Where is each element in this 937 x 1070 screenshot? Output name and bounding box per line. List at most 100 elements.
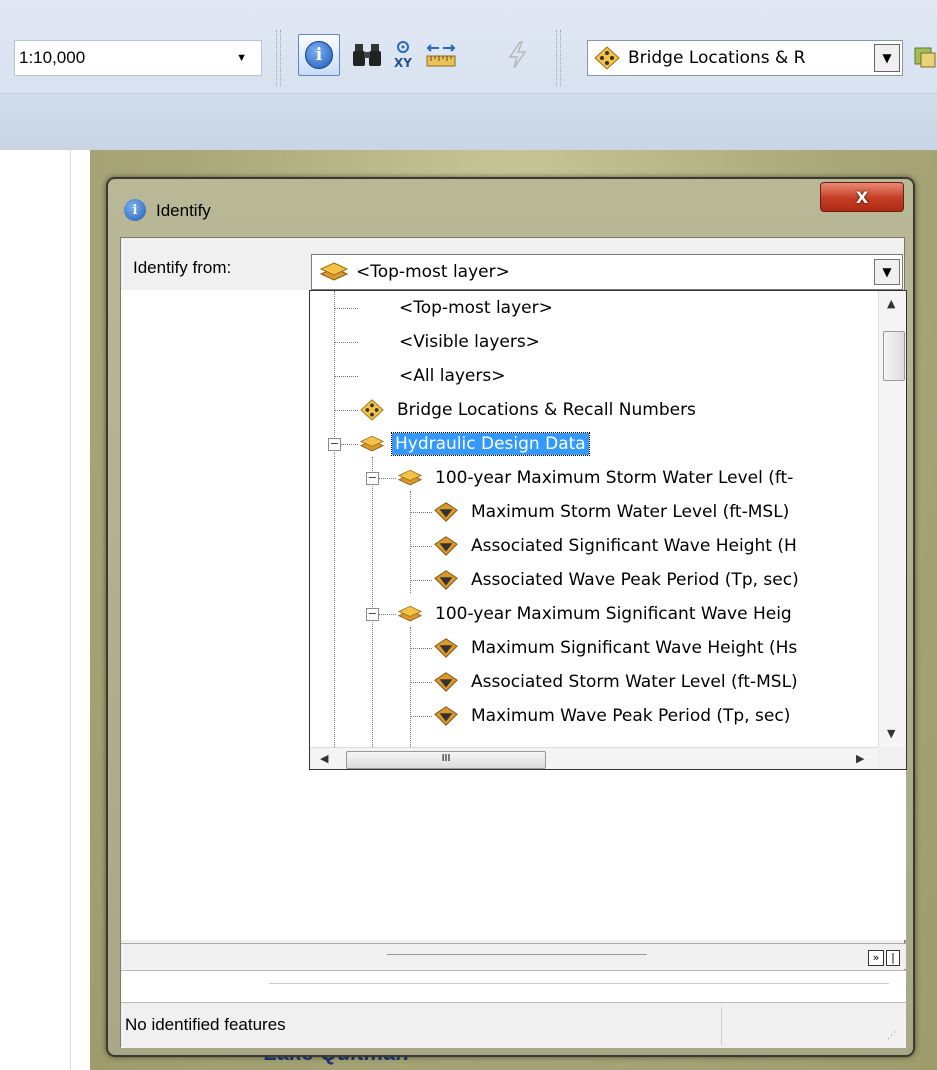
- raster-layer-icon: [434, 638, 458, 658]
- details-pane[interactable]: [121, 970, 906, 1002]
- tree-line: [334, 308, 358, 309]
- chevron-down-icon[interactable]: ▼: [236, 41, 247, 75]
- panel-divider: [70, 150, 71, 1070]
- collapse-toggle[interactable]: −: [366, 608, 379, 621]
- tree-line: [410, 627, 411, 747]
- tree-line: [410, 512, 432, 513]
- vertical-scrollbar[interactable]: ▲ ▼: [878, 291, 906, 747]
- split-pane-button[interactable]: |: [886, 950, 900, 966]
- pane-icon: |: [891, 951, 895, 964]
- list-item-selected[interactable]: Hydraulic Design Data: [360, 427, 590, 461]
- group-layer-icon: [398, 469, 422, 486]
- close-button[interactable]: X: [820, 182, 904, 212]
- tree-line: [334, 342, 358, 343]
- layer-tree: − − − <Top-most layer> <Visible layers> …: [310, 291, 878, 747]
- list-item[interactable]: 100-year Maximum Significant Wave Heig: [398, 597, 795, 631]
- scrollbar-corner: [878, 747, 906, 769]
- dialog-client: Identify from: <Top-most layer> ▼ − − − …: [120, 237, 907, 1048]
- go-to-xy-icon: XY: [394, 41, 412, 70]
- status-divider: [721, 1007, 722, 1045]
- raster-layer-icon: [434, 536, 458, 556]
- map-scale-value: 1:10,000: [19, 48, 86, 67]
- status-bar: No identified features ⋰: [121, 1002, 906, 1048]
- secondary-toolbar: [0, 94, 937, 150]
- scroll-down-icon[interactable]: ▼: [887, 727, 895, 740]
- hyperlink-tool-button[interactable]: [500, 38, 534, 72]
- svg-text:XY: XY: [394, 56, 412, 70]
- map-scale-combo[interactable]: 1:10,000 ▼: [14, 40, 262, 76]
- splitter-grip: [387, 954, 647, 955]
- tree-line: [334, 291, 335, 747]
- list-item[interactable]: <Visible layers>: [396, 325, 543, 359]
- raster-layer-icon: [434, 706, 458, 726]
- scroll-up-icon[interactable]: ▲: [887, 297, 895, 310]
- list-item[interactable]: Associated Significant Wave Height (H: [434, 529, 800, 563]
- tree-line: [372, 457, 373, 747]
- list-item[interactable]: Maximum Significant Wave Height (Hs: [434, 631, 800, 665]
- tree-line: [410, 491, 411, 593]
- identify-tool-button[interactable]: i: [298, 34, 340, 76]
- collapse-pane-button[interactable]: »: [868, 950, 884, 966]
- info-icon: i: [124, 199, 146, 221]
- identify-from-select[interactable]: <Top-most layer> ▼: [311, 254, 903, 290]
- tree-line: [410, 682, 432, 683]
- collapse-toggle[interactable]: −: [366, 472, 379, 485]
- tree-line: [410, 648, 432, 649]
- main-toolbar: 1:10,000 ▼ i XY Bridge Locations & R ▼: [0, 0, 937, 94]
- close-icon: X: [855, 187, 869, 207]
- tree-line: [410, 580, 432, 581]
- point-layer-icon: [594, 46, 620, 70]
- identify-from-value: <Top-most layer>: [356, 262, 510, 282]
- group-layer-icon: [398, 605, 422, 622]
- double-chevron-up-icon: »: [872, 951, 880, 964]
- chevron-down-icon[interactable]: ▼: [874, 44, 900, 72]
- raster-layer-icon: [434, 672, 458, 692]
- raster-layer-icon: [434, 570, 458, 590]
- dialog-title: Identify: [156, 201, 211, 220]
- scrollbar-thumb[interactable]: [883, 331, 905, 381]
- tree-line: [334, 410, 358, 411]
- collapse-toggle[interactable]: −: [328, 438, 341, 451]
- list-item[interactable]: Associated Wave Peak Period (Tp, sec): [434, 563, 802, 597]
- tree-line: [410, 716, 432, 717]
- list-item[interactable]: <Top-most layer>: [396, 291, 556, 325]
- chevron-down-icon[interactable]: ▼: [874, 259, 900, 285]
- layer-tool-icon: [914, 47, 936, 68]
- list-item[interactable]: Associated Storm Water Level (ft-MSL): [434, 665, 801, 699]
- layer-select-value: Bridge Locations & R: [628, 48, 806, 68]
- layer-select[interactable]: Bridge Locations & R ▼: [587, 40, 903, 76]
- pane-splitter[interactable]: » |: [121, 943, 906, 969]
- ruler-icon: [426, 44, 456, 67]
- list-item[interactable]: Maximum Wave Peak Period (Tp, sec): [434, 699, 793, 733]
- measure-tool-button[interactable]: [424, 38, 458, 72]
- status-text: No identified features: [125, 1015, 286, 1034]
- identify-dialog: i Identify X Identify from: <Top-most la…: [106, 177, 915, 1057]
- point-layer-icon: [360, 399, 384, 421]
- layer-tool-button[interactable]: [912, 40, 937, 76]
- find-tool-button[interactable]: [350, 38, 384, 72]
- tree-line: [410, 546, 432, 547]
- toc-panel: [0, 150, 90, 1070]
- scrollbar-thumb[interactable]: III: [346, 751, 546, 769]
- toolbar-separator: [276, 30, 281, 86]
- info-icon: i: [305, 41, 333, 69]
- identify-from-dropdown[interactable]: − − − <Top-most layer> <Visible layers> …: [309, 290, 907, 770]
- scroll-right-icon[interactable]: ▶: [856, 752, 864, 765]
- lightning-bolt-icon: [508, 41, 527, 69]
- go-to-xy-button[interactable]: XY: [386, 38, 420, 72]
- list-item[interactable]: 100-year Maximum Storm Water Level (ft-: [398, 461, 796, 495]
- list-item[interactable]: <All layers>: [396, 359, 508, 393]
- scroll-left-icon[interactable]: ◀: [320, 752, 328, 765]
- raster-layer-icon: [434, 502, 458, 522]
- horizontal-scrollbar[interactable]: ◀ III ▶: [310, 747, 878, 769]
- resize-grip-icon[interactable]: ⋰: [887, 1031, 896, 1041]
- binoculars-icon: [353, 44, 381, 66]
- identify-from-label: Identify from:: [133, 258, 232, 277]
- group-layer-icon: [360, 435, 384, 452]
- toolbar-separator: [556, 30, 561, 86]
- tree-line: [334, 376, 358, 377]
- group-layer-icon: [320, 262, 348, 281]
- list-item[interactable]: Bridge Locations & Recall Numbers: [360, 393, 699, 427]
- details-divider: [269, 983, 889, 984]
- list-item[interactable]: Maximum Storm Water Level (ft-MSL): [434, 495, 792, 529]
